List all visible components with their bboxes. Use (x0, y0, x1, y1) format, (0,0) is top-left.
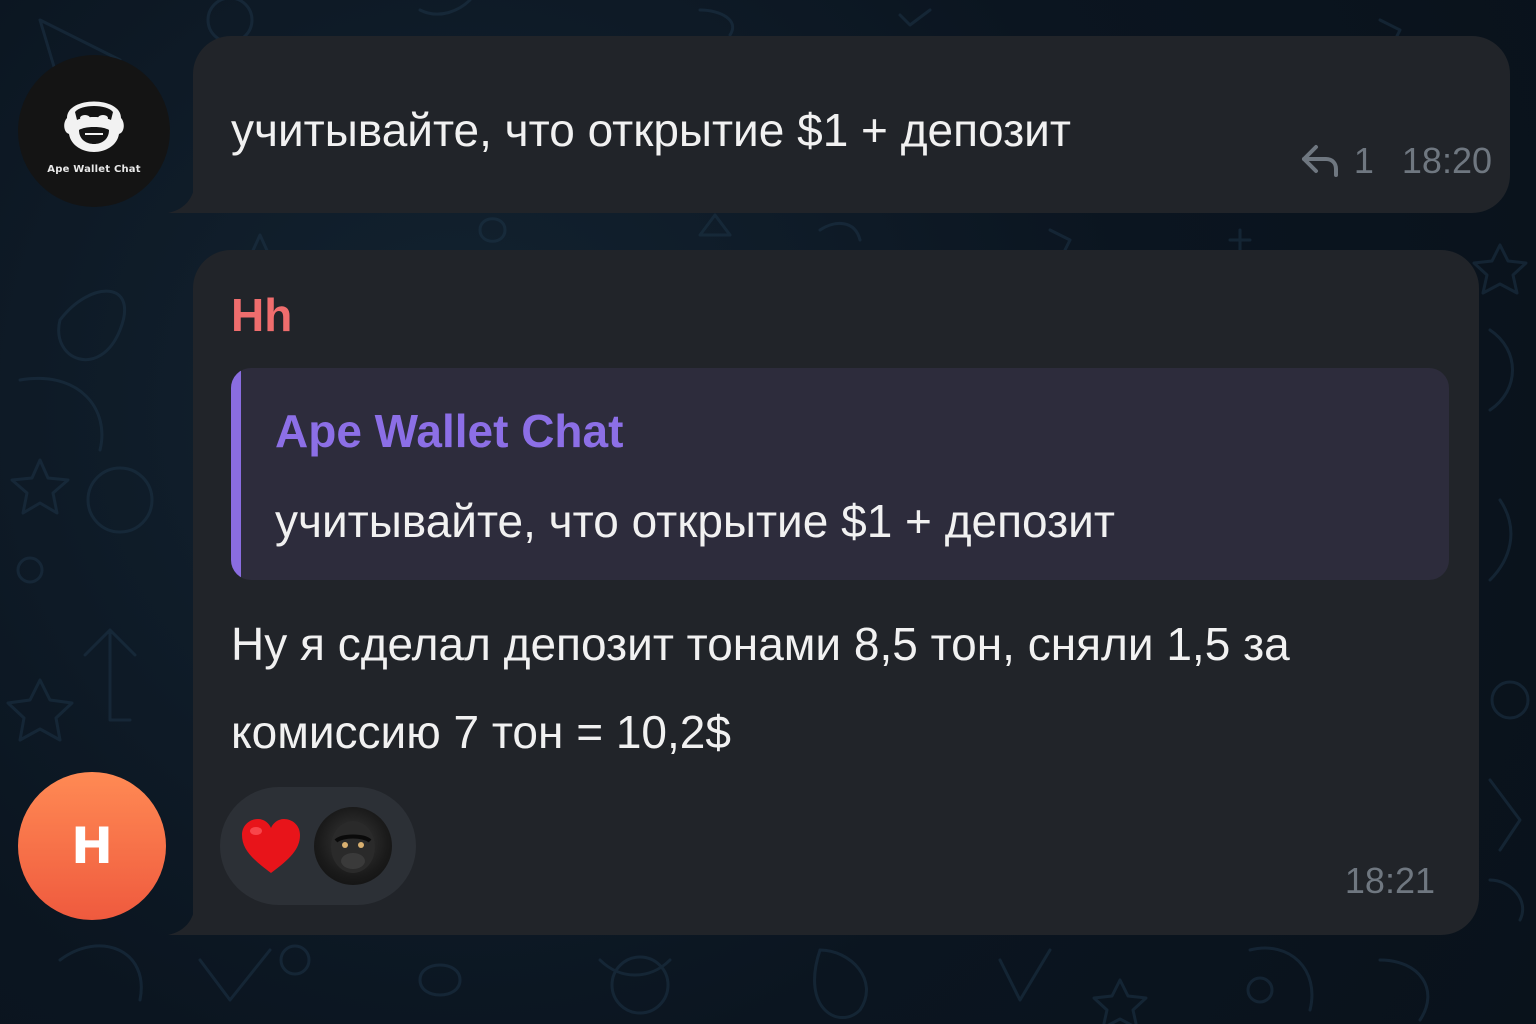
message-meta: 1 18:20 (1300, 140, 1492, 182)
reply-count[interactable]: 1 (1354, 140, 1374, 182)
reaction-chip[interactable] (220, 787, 416, 905)
chat-view: Ape Wallet Chat учитывайте, что открытие… (0, 0, 1536, 1024)
avatar-hh[interactable]: H (18, 772, 166, 920)
message-text: учитывайте, что открытие $1 + депозит (231, 104, 1071, 156)
quote-author: Ape Wallet Chat (275, 405, 624, 457)
message-meta: 18:21 (1345, 860, 1435, 902)
avatar-caption: Ape Wallet Chat (47, 163, 141, 175)
gorilla-logo-icon (64, 101, 124, 152)
sender-name[interactable]: Hh (231, 288, 292, 342)
avatar-letter: H (71, 817, 113, 875)
ape-avatar-icon (314, 807, 392, 885)
reply-icon[interactable] (1300, 143, 1340, 179)
message-time: 18:21 (1344, 860, 1435, 901)
avatar-ape-wallet-chat[interactable]: Ape Wallet Chat (18, 55, 170, 207)
heart-icon (242, 819, 300, 873)
message-time: 18:20 (1401, 140, 1492, 181)
message-bubble[interactable]: учитывайте, что открытие $1 + депозит 1 … (193, 36, 1510, 213)
reply-quote[interactable]: Ape Wallet Chat учитывайте, что открытие… (231, 368, 1449, 580)
quote-text: учитывайте, что открытие $1 + депозит (275, 495, 1115, 547)
message-bubble[interactable]: Hh Ape Wallet Chat учитывайте, что откры… (193, 250, 1479, 935)
quote-accent-bar (231, 368, 241, 580)
message-text: Ну я сделал депозит тонами 8,5 тон, снял… (231, 618, 1290, 758)
